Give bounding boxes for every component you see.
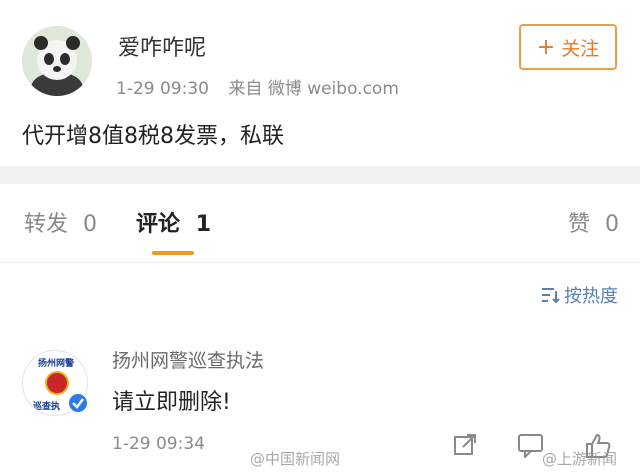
tab-reposts-label: 转发 [24, 212, 69, 237]
police-emblem-icon [45, 371, 69, 395]
tab-comments[interactable]: 评论 1 [136, 206, 211, 238]
tab-likes-count: 0 [605, 212, 620, 237]
tab-likes-label: 赞 [568, 212, 591, 237]
follow-label: 关注 [561, 37, 600, 60]
sort-by-hot-button[interactable]: 按热度 [540, 282, 618, 308]
post-source: 来自 微博 weibo.com [228, 79, 399, 99]
plus-icon: + [536, 34, 556, 60]
post-card: 爱咋咋呢 1-29 09:30 来自 微博 weibo.com + 关注 代开增… [0, 0, 640, 166]
thumbs-up-icon [586, 433, 611, 458]
share-icon [454, 434, 476, 455]
tab-likes[interactable]: 赞 0 [568, 206, 619, 238]
sort-label: 按热度 [564, 286, 618, 307]
post-username[interactable]: 爱咋咋呢 [118, 30, 206, 62]
reply-button[interactable] [517, 432, 545, 462]
tab-comments-label: 评论 [136, 212, 181, 237]
comment-icon [518, 434, 543, 460]
tab-comments-count: 1 [195, 212, 211, 237]
watermark-chinanews: @中国新闻网 [250, 450, 341, 468]
follow-button[interactable]: + 关注 [519, 24, 617, 70]
interaction-panel: 转发 0 评论 1 赞 0 按热度 扬州网警 巡查执 扬州网警巡查执法 请立即删… [0, 184, 640, 474]
sort-icon [542, 288, 560, 304]
commenter-username[interactable]: 扬州网警巡查执法 [112, 346, 264, 373]
post-timestamp: 1-29 09:30 [116, 79, 209, 99]
share-button[interactable] [452, 432, 478, 462]
comment-text: 请立即删除! [112, 390, 231, 415]
panda-avatar-icon [22, 26, 92, 96]
user-avatar[interactable] [22, 26, 92, 96]
tab-bar: 转发 0 评论 1 赞 0 [0, 184, 640, 263]
avatar-text-top: 扬州网警 [37, 359, 74, 369]
tab-reposts[interactable]: 转发 0 [24, 206, 97, 238]
comment-timestamp: 1-29 09:34 [112, 434, 205, 454]
tab-reposts-count: 0 [83, 212, 98, 237]
post-meta: 1-29 09:30 来自 微博 weibo.com [116, 74, 399, 99]
post-content: 代开增8值8税8发票，私联 [22, 124, 284, 149]
avatar-text-bottom: 巡查执 [33, 402, 61, 412]
like-button[interactable] [584, 432, 612, 464]
verified-badge-icon [67, 392, 89, 414]
active-tab-indicator [152, 251, 194, 255]
